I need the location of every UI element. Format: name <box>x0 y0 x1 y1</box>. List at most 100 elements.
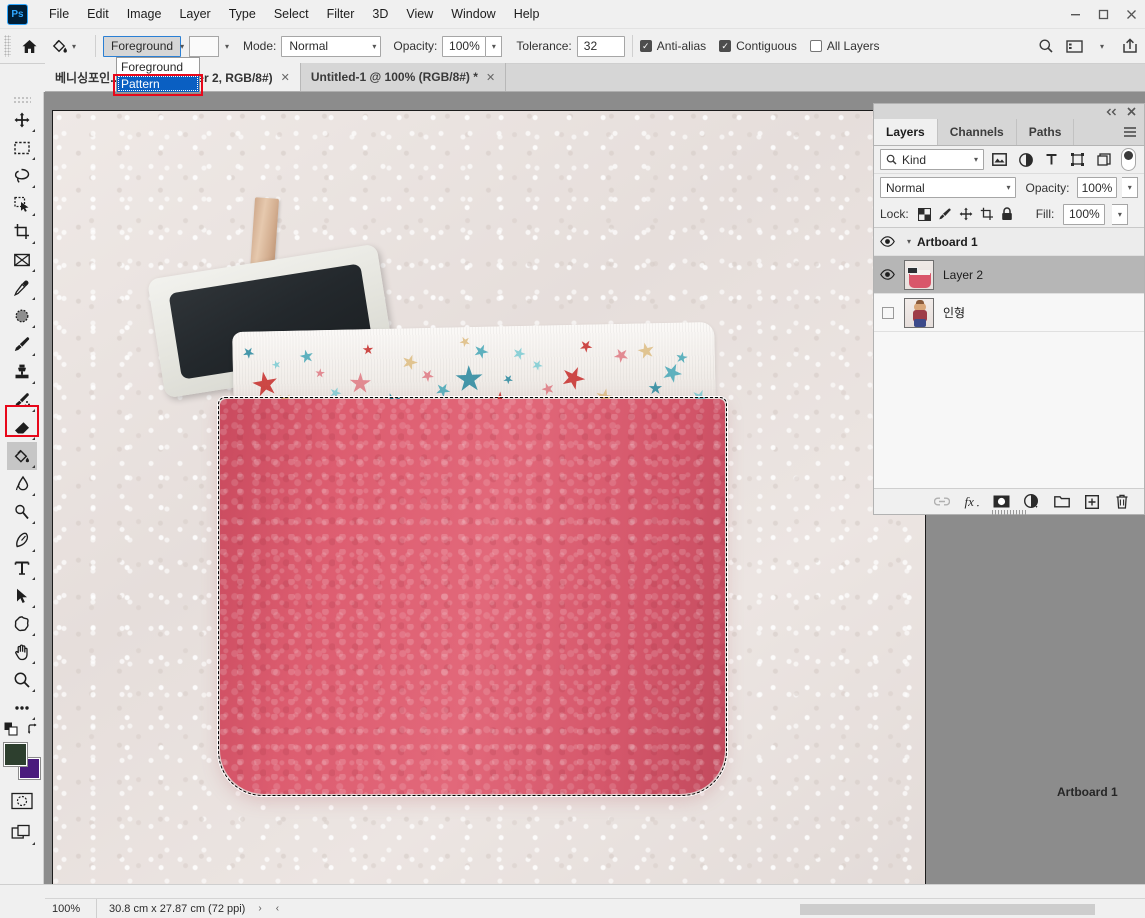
adjustment-layer-icon[interactable] <box>1023 493 1040 510</box>
lock-transparent-pixels-icon[interactable] <box>917 207 931 221</box>
default-colors-icon[interactable] <box>4 722 18 736</box>
visibility-toggle-layer-2[interactable] <box>874 256 901 293</box>
foreground-color-swatch[interactable] <box>2 742 28 767</box>
visibility-toggle-inhyeong[interactable] <box>874 294 901 331</box>
menu-window[interactable]: Window <box>442 0 504 28</box>
layer-mask-icon[interactable] <box>993 493 1010 510</box>
anti-alias-checkbox-box[interactable] <box>639 40 652 52</box>
horizontal-scrollbar-thumb[interactable] <box>800 904 1095 915</box>
workspace-icon[interactable] <box>1061 33 1087 59</box>
rectangular-marquee-tool[interactable] <box>7 134 37 162</box>
search-icon[interactable] <box>1033 33 1059 59</box>
blend-mode-chevron-down-icon[interactable]: ▾ <box>372 42 376 51</box>
blur-tool[interactable] <box>7 470 37 498</box>
document-tab-0-close-icon[interactable]: ✕ <box>281 71 290 84</box>
quick-mask-button[interactable] <box>7 787 37 815</box>
pattern-chevron-down-icon[interactable]: ▾ <box>219 36 235 57</box>
layer-row-artboard-1[interactable]: ▾ Artboard 1 <box>874 228 1144 256</box>
tab-channels[interactable]: Channels <box>938 119 1017 145</box>
menu-help[interactable]: Help <box>505 0 549 28</box>
close-button[interactable] <box>1117 0 1145 29</box>
menu-select[interactable]: Select <box>265 0 318 28</box>
type-filter-icon[interactable] <box>1041 149 1062 170</box>
new-group-icon[interactable] <box>1053 493 1070 510</box>
path-selection-tool[interactable] <box>7 582 37 610</box>
clone-stamp-tool[interactable] <box>7 358 37 386</box>
layer-thumbnail-inhyeong[interactable] <box>904 297 934 328</box>
opacity-stepper[interactable]: ▾ <box>486 35 503 57</box>
blend-mode-select[interactable]: Normal ▾ <box>281 35 382 57</box>
tab-layers[interactable]: Layers <box>874 119 938 145</box>
lasso-tool[interactable] <box>7 162 37 190</box>
crop-tool[interactable] <box>7 218 37 246</box>
type-tool[interactable] <box>7 554 37 582</box>
smart-object-filter-icon[interactable] <box>1093 149 1114 170</box>
menu-filter[interactable]: Filter <box>318 0 364 28</box>
minimize-button[interactable] <box>1061 0 1089 29</box>
layer-opacity-stepper[interactable]: ▾ <box>1122 177 1138 198</box>
document-tab-1-close-icon[interactable]: ✕ <box>486 71 495 84</box>
document-tab-1[interactable]: Untitled-1 @ 100% (RGB/8#) * ✕ <box>300 63 507 91</box>
dodge-tool[interactable] <box>7 498 37 526</box>
eyedropper-tool[interactable] <box>7 274 37 302</box>
menu-edit[interactable]: Edit <box>78 0 118 28</box>
tools-panel-grip[interactable] <box>12 96 31 104</box>
status-collapse-arrow-icon[interactable]: ‹ <box>276 903 279 914</box>
tab-paths[interactable]: Paths <box>1017 119 1075 145</box>
dropdown-option-pattern[interactable]: Pattern <box>117 75 199 92</box>
anti-alias-checkbox[interactable]: Anti-alias <box>639 39 706 53</box>
lock-image-pixels-icon[interactable] <box>938 207 952 221</box>
layer-fill-stepper[interactable]: ▾ <box>1112 203 1129 225</box>
maximize-button[interactable] <box>1089 0 1117 29</box>
menu-layer[interactable]: Layer <box>170 0 219 28</box>
layer-blend-mode-chevron-down-icon[interactable]: ▾ <box>1006 183 1010 192</box>
collapse-icon[interactable] <box>1106 108 1117 116</box>
quick-selection-tool[interactable] <box>7 190 37 218</box>
lock-all-icon[interactable] <box>1001 207 1013 221</box>
brush-tool[interactable] <box>7 330 37 358</box>
contiguous-checkbox-box[interactable] <box>719 40 732 52</box>
filter-kind-chevron-down-icon[interactable]: ▾ <box>974 155 978 164</box>
pattern-picker[interactable]: ▾ <box>189 35 235 57</box>
shape-filter-icon[interactable] <box>1067 149 1088 170</box>
spot-healing-brush-tool[interactable] <box>7 302 37 330</box>
move-tool[interactable] <box>7 106 37 134</box>
pen-tool[interactable] <box>7 526 37 554</box>
layer-row-inhyeong[interactable]: 인형 <box>874 294 1144 332</box>
all-layers-checkbox-box[interactable] <box>809 40 822 52</box>
adjustment-filter-icon[interactable] <box>1015 149 1036 170</box>
options-bar-grip[interactable] <box>4 35 11 57</box>
status-expand-arrow-icon[interactable]: › <box>258 903 261 914</box>
visibility-toggle-artboard-1[interactable] <box>874 228 901 255</box>
paint-bucket-tool[interactable] <box>6 442 37 470</box>
layers-list[interactable]: ▾ Artboard 1 Layer 2 인형 <box>874 228 1144 488</box>
swap-colors-icon[interactable] <box>27 723 40 736</box>
panel-menu-icon[interactable] <box>1123 126 1137 138</box>
opacity-input[interactable]: 100% <box>442 35 487 57</box>
panel-close-icon[interactable] <box>1127 107 1136 116</box>
fill-source-chevron-down-icon[interactable]: ▾ <box>180 42 184 51</box>
frame-tool[interactable] <box>7 246 37 274</box>
dropdown-option-foreground[interactable]: Foreground <box>117 58 199 75</box>
document-canvas[interactable] <box>52 110 926 884</box>
layer-style-icon[interactable]: fx <box>963 493 980 510</box>
lock-artboard-nesting-icon[interactable] <box>980 207 994 221</box>
pattern-swatch[interactable] <box>189 35 220 57</box>
layer-fill-input[interactable]: 100% <box>1063 203 1106 225</box>
menu-type[interactable]: Type <box>220 0 265 28</box>
menu-view[interactable]: View <box>397 0 442 28</box>
pixel-filter-icon[interactable] <box>989 149 1010 170</box>
zoom-level[interactable]: 100% <box>45 899 97 918</box>
screen-mode-button[interactable] <box>7 819 37 847</box>
delete-layer-icon[interactable] <box>1113 493 1130 510</box>
hand-tool[interactable] <box>7 638 37 666</box>
tool-preset-chevron-down-icon[interactable]: ▾ <box>72 42 76 51</box>
layer-opacity-input[interactable]: 100% <box>1076 177 1118 198</box>
lock-position-icon[interactable] <box>959 207 973 221</box>
horizontal-scrollbar[interactable] <box>800 904 1145 915</box>
link-layers-icon[interactable] <box>933 493 950 510</box>
history-brush-tool[interactable] <box>7 386 37 414</box>
custom-shape-tool[interactable] <box>7 610 37 638</box>
edit-toolbar-button[interactable] <box>7 694 37 722</box>
menu-file[interactable]: File <box>40 0 78 28</box>
